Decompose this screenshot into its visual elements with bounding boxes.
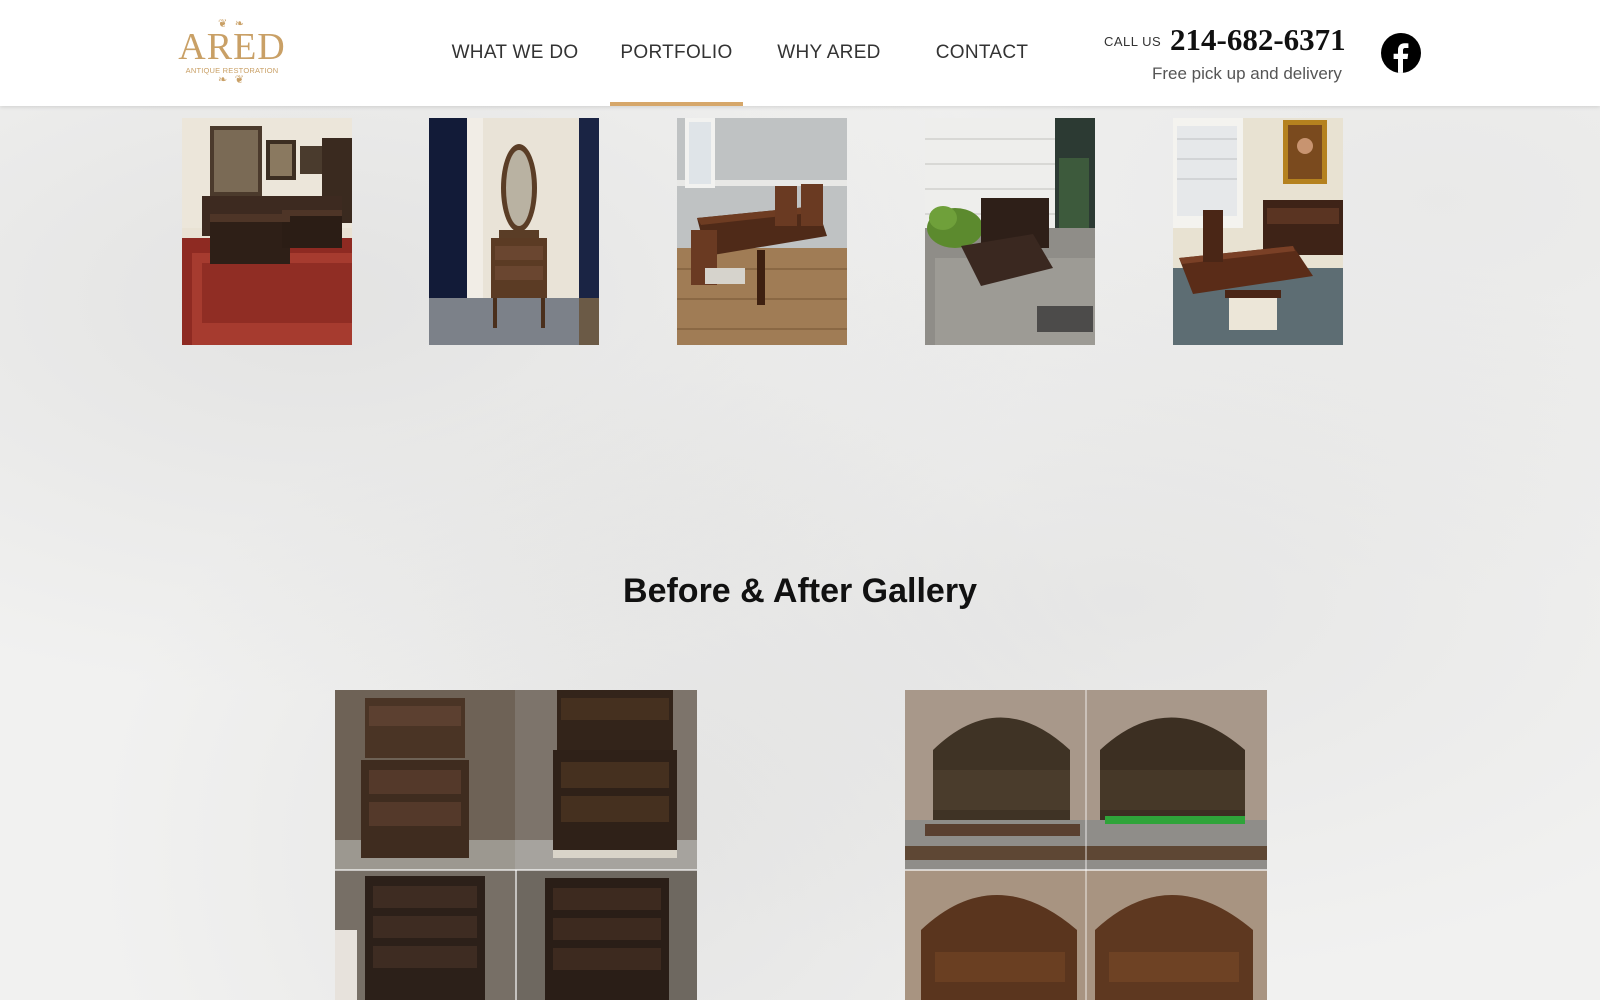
- nav-portfolio[interactable]: PORTFOLIO: [610, 0, 743, 106]
- before-after-image[interactable]: [905, 690, 1267, 1000]
- nav-what-we-do[interactable]: WHAT WE DO: [441, 0, 589, 106]
- ared-logo[interactable]: ❦ ❧ ARED ANTIQUE RESTORATION ❧ ❦: [178, 12, 284, 92]
- portfolio-thumbnail[interactable]: [925, 118, 1095, 345]
- portfolio-thumbnail[interactable]: [1173, 118, 1343, 345]
- photo-leather-sofa-living-room: [182, 118, 352, 345]
- site-header: ❦ ❧ ARED ANTIQUE RESTORATION ❧ ❦ WHAT WE…: [0, 0, 1600, 106]
- call-us-label: CALL US: [1104, 34, 1162, 49]
- portfolio-thumbnail[interactable]: [429, 118, 599, 345]
- portfolio-thumbnail[interactable]: [182, 118, 352, 345]
- photo-cabinet-porch: [925, 118, 1095, 345]
- photo-chest-of-drawers-before-after: [335, 690, 697, 1000]
- nav-why-ared[interactable]: WHY ARED: [770, 0, 888, 106]
- portfolio-thumbnail[interactable]: [677, 118, 847, 345]
- phone-number[interactable]: 214-682-6371: [1170, 22, 1346, 58]
- facebook-icon[interactable]: [1381, 33, 1421, 73]
- logo-ornament-bottom: ❧ ❦: [218, 73, 246, 86]
- photo-dining-table-chairs: [677, 118, 847, 345]
- gallery-title: Before & After Gallery: [623, 572, 977, 610]
- photo-dresser-with-mirror: [429, 118, 599, 345]
- before-after-image[interactable]: [335, 690, 697, 1000]
- nav-contact[interactable]: CONTACT: [924, 0, 1040, 106]
- photo-bed-frame-before-after: [905, 690, 1267, 1000]
- logo-text: ARED: [178, 26, 286, 68]
- delivery-note: Free pick up and delivery: [1152, 64, 1342, 83]
- photo-dining-room-buffet: [1173, 118, 1343, 345]
